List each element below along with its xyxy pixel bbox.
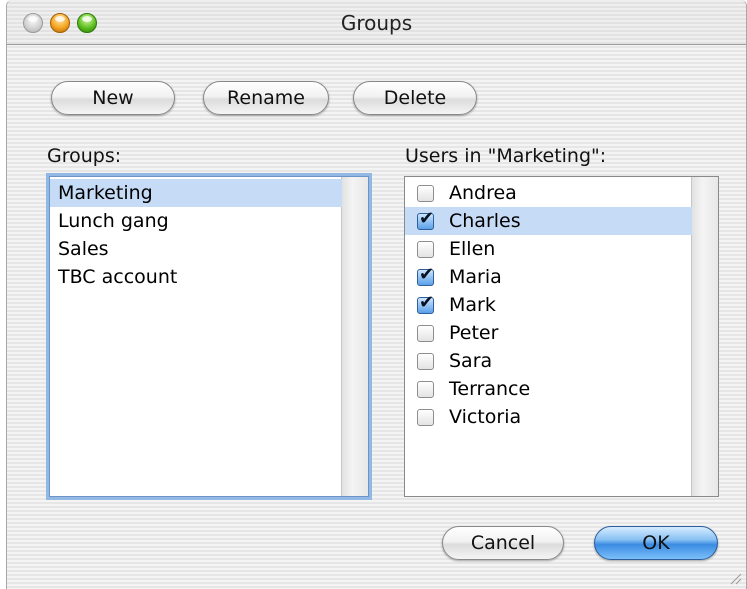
user-checkbox[interactable]: ✔ [417,208,434,230]
user-item-label: Andrea [449,182,517,204]
checkmark-icon: ✔ [419,264,435,285]
user-item[interactable]: Ellen [405,235,692,263]
user-item-label: Terrance [449,378,531,400]
user-checkbox[interactable] [417,241,434,258]
user-item[interactable]: ✔ Mark [405,291,692,319]
user-item[interactable]: Terrance [405,375,692,403]
user-item[interactable]: ✔ Charles [405,207,692,235]
group-item[interactable]: Sales [50,235,342,263]
new-button[interactable]: New [51,81,175,115]
group-item[interactable]: TBC account [50,263,342,291]
checkmark-icon: ✔ [419,292,435,313]
user-checkbox[interactable] [417,409,434,426]
user-checkbox[interactable] [417,353,434,370]
groups-label: Groups: [47,145,122,167]
ok-button[interactable]: OK [594,526,718,560]
user-item-label: Sara [449,350,493,372]
rename-button[interactable]: Rename [203,81,329,115]
group-item-label: TBC account [58,266,178,288]
group-item[interactable]: Lunch gang [50,207,342,235]
window-title: Groups [340,11,413,35]
groups-dialog: Groups New Rename Delete Groups: Users i… [6,0,747,589]
groups-scrollbar[interactable] [341,177,368,496]
group-item-label: Marketing [58,182,153,204]
user-checkbox[interactable] [417,325,434,342]
user-checkbox[interactable]: ✔ [417,292,434,314]
user-item[interactable]: Andrea [405,179,692,207]
user-item[interactable]: Sara [405,347,692,375]
user-item-label: Ellen [449,238,496,260]
title-bar[interactable]: Groups [7,0,746,45]
user-item-label: Mark [449,294,496,316]
group-item-label: Sales [58,238,109,260]
delete-button[interactable]: Delete [353,81,477,115]
users-list[interactable]: Andrea ✔ Charles Ellen ✔ Maria ✔ Mark Peter Sara T… [404,176,719,497]
users-label: Users in "Marketing": [405,145,607,167]
user-item-label: Victoria [449,406,522,428]
user-checkbox[interactable]: ✔ [417,264,434,286]
user-item-label: Maria [449,266,502,288]
group-item-label: Lunch gang [58,210,169,232]
user-checkbox[interactable] [417,185,434,202]
user-checkbox[interactable] [417,381,434,398]
users-scrollbar[interactable] [691,177,718,496]
user-item[interactable]: ✔ Maria [405,263,692,291]
group-item[interactable]: Marketing [50,179,342,207]
checkmark-icon: ✔ [419,208,435,229]
user-item-label: Peter [449,322,499,344]
user-item[interactable]: Victoria [405,403,692,431]
user-item[interactable]: Peter [405,319,692,347]
user-item-label: Charles [449,210,521,232]
cancel-button[interactable]: Cancel [442,526,564,560]
groups-list[interactable]: Marketing Lunch gang Sales TBC account [49,176,369,497]
resize-grip-icon[interactable] [728,571,742,585]
